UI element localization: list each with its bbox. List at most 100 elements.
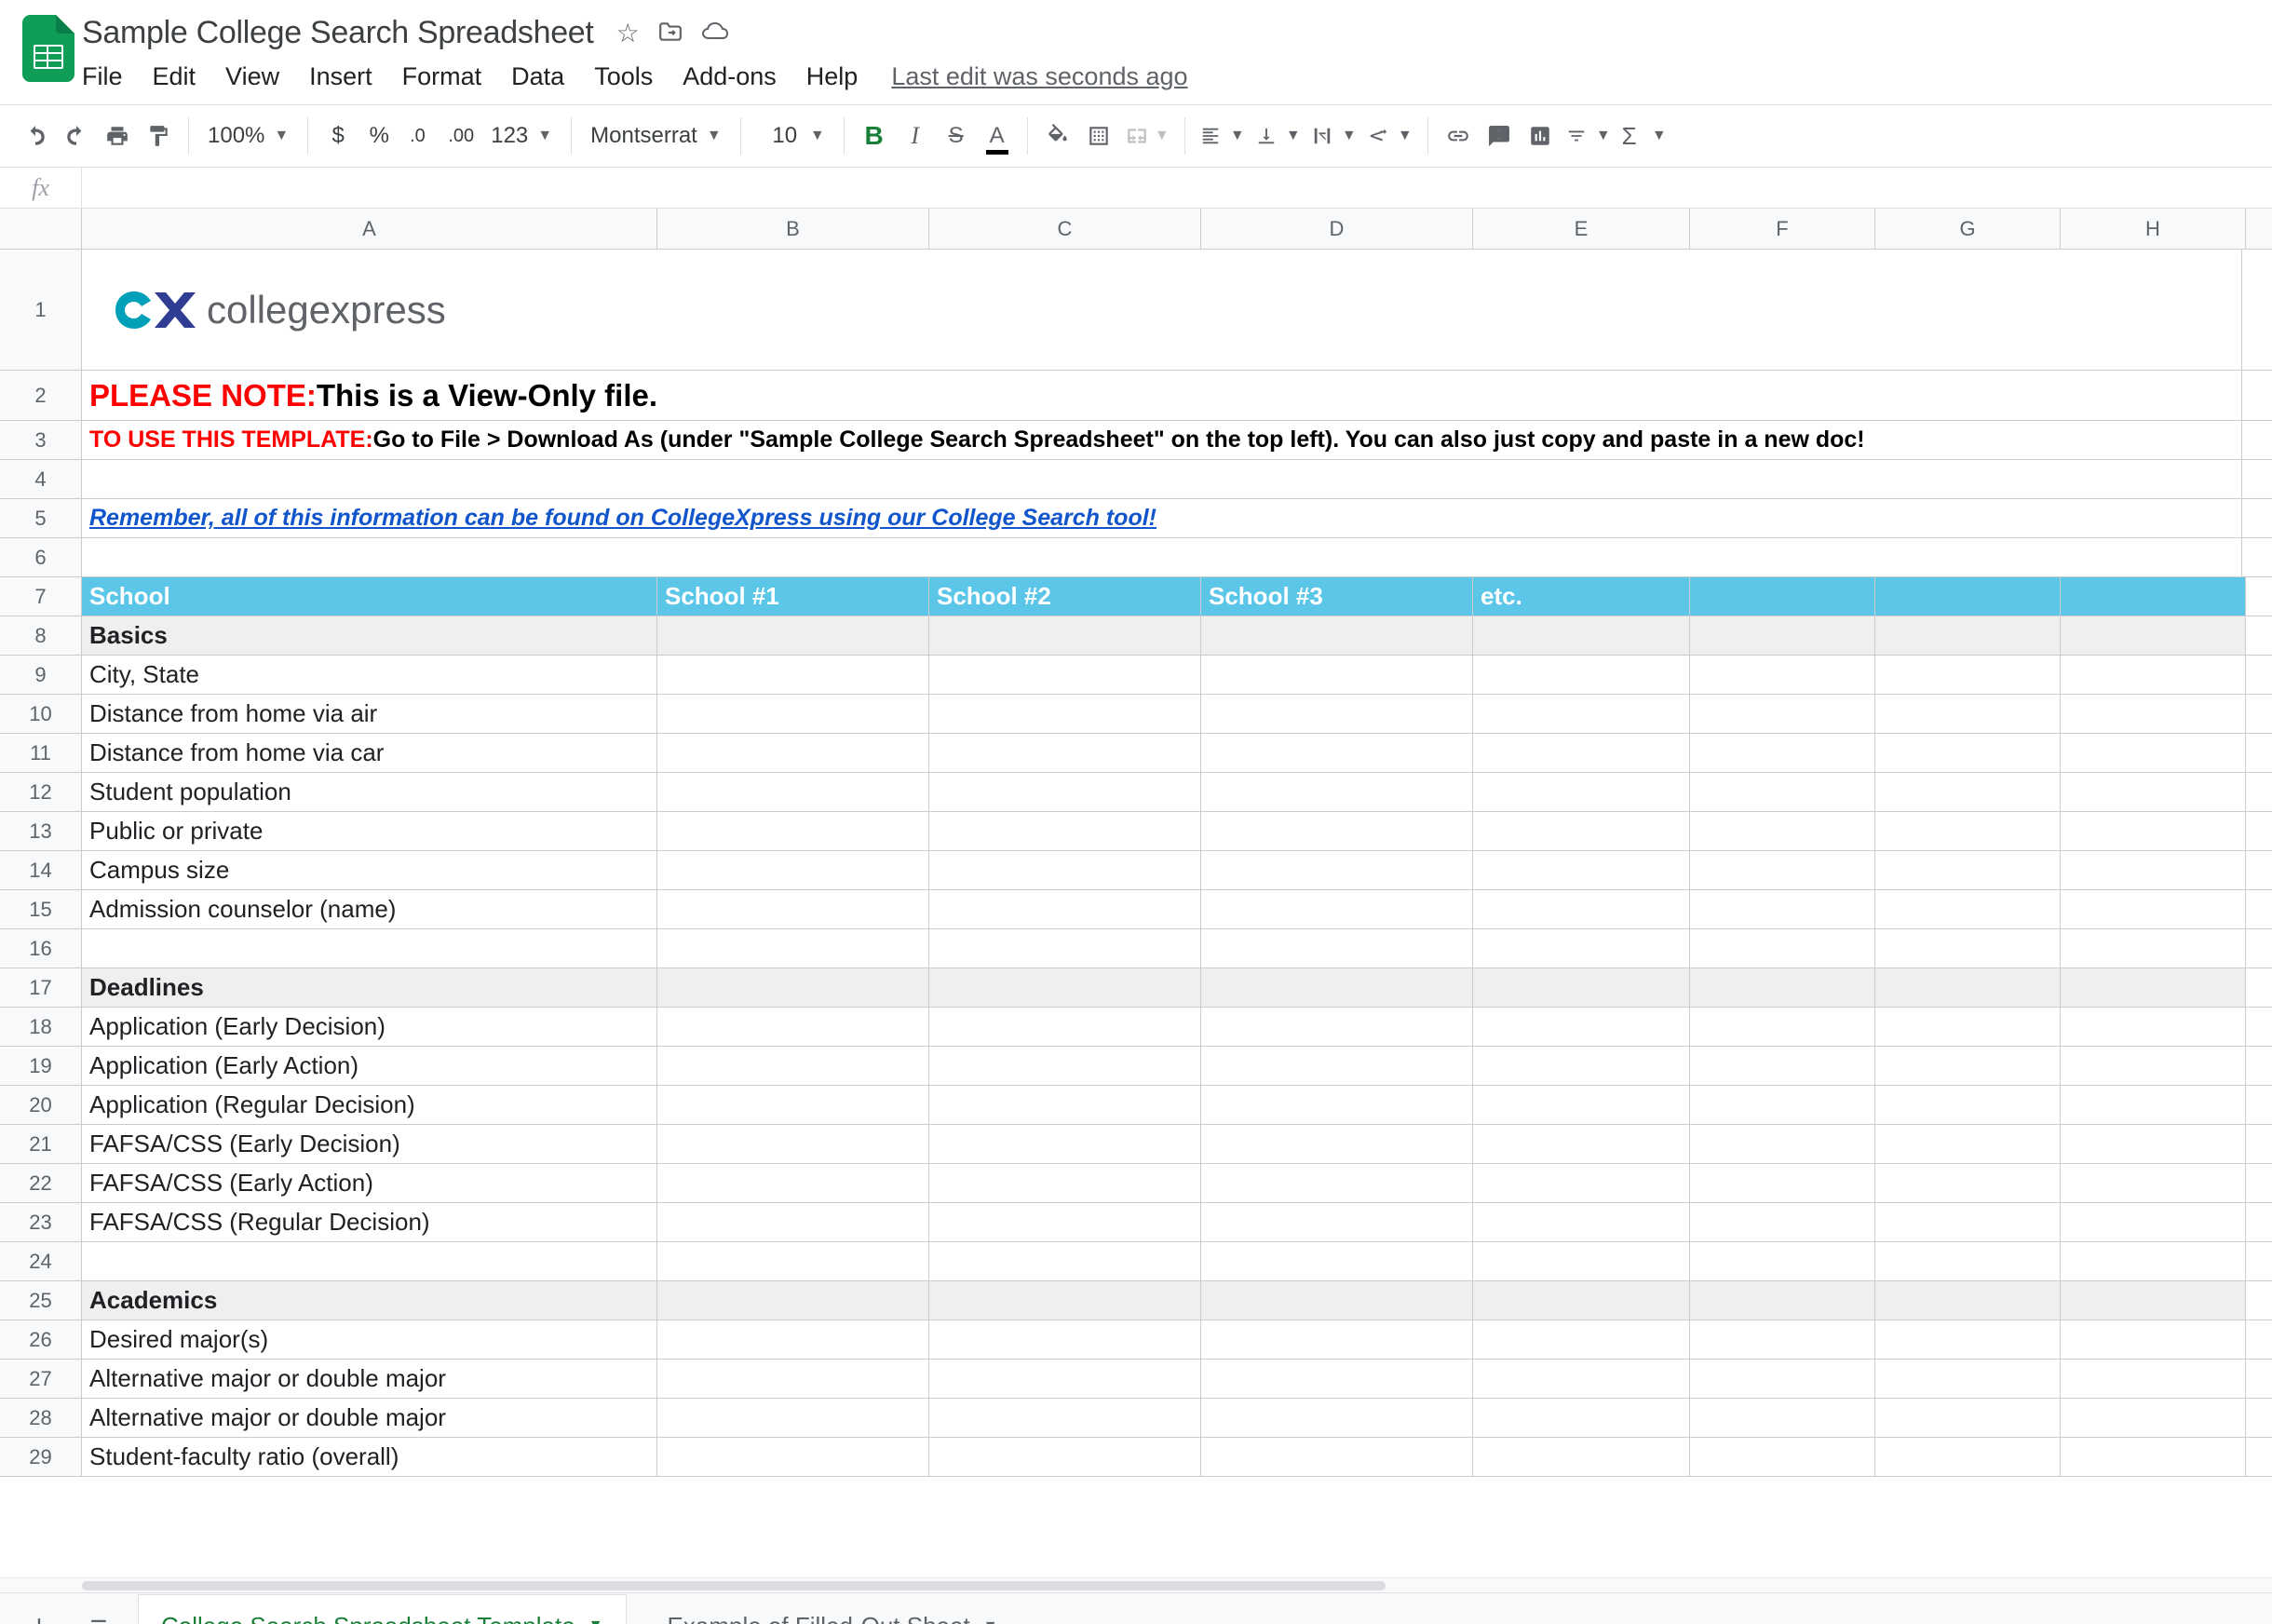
cell[interactable] <box>1875 1203 2061 1241</box>
cell[interactable] <box>1201 656 1473 694</box>
cell[interactable] <box>1690 929 1875 968</box>
cell[interactable] <box>929 1242 1201 1280</box>
cell[interactable]: Academics <box>82 1281 657 1320</box>
row-header[interactable]: 5 <box>0 499 82 538</box>
cell[interactable] <box>657 1008 929 1046</box>
cell[interactable] <box>82 929 657 968</box>
cell-logo[interactable]: collegexpress <box>82 250 2242 371</box>
zoom-dropdown[interactable]: 100%▼ <box>198 123 298 149</box>
cell[interactable] <box>2061 812 2246 850</box>
cell[interactable] <box>1875 577 2061 616</box>
cell[interactable] <box>657 1399 929 1437</box>
row-header[interactable]: 2 <box>0 371 82 421</box>
undo-button[interactable] <box>15 115 56 156</box>
increase-decimal-button[interactable]: .00 <box>440 115 481 156</box>
cell[interactable] <box>1690 1360 1875 1398</box>
cell[interactable] <box>2061 773 2246 811</box>
cell[interactable] <box>657 1047 929 1085</box>
row-header[interactable]: 24 <box>0 1242 82 1281</box>
cell[interactable] <box>1473 773 1690 811</box>
strikethrough-button[interactable]: S <box>936 115 977 156</box>
cell[interactable] <box>1473 1360 1690 1398</box>
cell[interactable]: Student-faculty ratio (overall) <box>82 1438 657 1476</box>
cell[interactable] <box>2061 1164 2246 1202</box>
cell[interactable] <box>1201 1164 1473 1202</box>
row-header[interactable]: 18 <box>0 1008 82 1047</box>
cell[interactable] <box>1201 812 1473 850</box>
cell[interactable]: FAFSA/CSS (Early Decision) <box>82 1125 657 1163</box>
cell[interactable] <box>1875 1438 2061 1476</box>
font-size-dropdown[interactable]: 10▼ <box>751 123 834 149</box>
last-edit-link[interactable]: Last edit was seconds ago <box>872 62 1187 91</box>
text-rotation-button[interactable]: ▼ <box>1362 115 1418 156</box>
cell[interactable] <box>657 734 929 772</box>
cell[interactable]: Application (Early Action) <box>82 1047 657 1085</box>
cell[interactable] <box>1875 812 2061 850</box>
cell[interactable] <box>1473 812 1690 850</box>
cell[interactable] <box>1690 1203 1875 1241</box>
cell[interactable] <box>82 460 2242 498</box>
cell[interactable] <box>1690 1086 1875 1124</box>
cell[interactable] <box>657 968 929 1007</box>
cell[interactable] <box>1201 929 1473 968</box>
col-header-f[interactable]: F <box>1690 209 1875 249</box>
menu-help[interactable]: Help <box>791 59 873 95</box>
menu-edit[interactable]: Edit <box>138 59 211 95</box>
cell[interactable]: Application (Early Decision) <box>82 1008 657 1046</box>
cloud-status-icon[interactable] <box>701 19 729 48</box>
cell[interactable] <box>657 890 929 928</box>
cell[interactable] <box>1201 851 1473 889</box>
cell[interactable] <box>1473 968 1690 1007</box>
cell[interactable]: Deadlines <box>82 968 657 1007</box>
cell[interactable]: etc. <box>1473 577 1690 616</box>
cell[interactable] <box>1690 1242 1875 1280</box>
cell[interactable] <box>657 1242 929 1280</box>
cell[interactable] <box>1690 1281 1875 1320</box>
cell[interactable] <box>1473 1203 1690 1241</box>
cell[interactable] <box>1690 1164 1875 1202</box>
row-header[interactable]: 19 <box>0 1047 82 1086</box>
cell[interactable] <box>1875 1086 2061 1124</box>
insert-comment-button[interactable] <box>1479 115 1520 156</box>
row-header[interactable]: 16 <box>0 929 82 968</box>
row-header[interactable]: 15 <box>0 890 82 929</box>
cell[interactable] <box>1875 734 2061 772</box>
row-header[interactable]: 12 <box>0 773 82 812</box>
cell[interactable] <box>1201 1320 1473 1359</box>
cell[interactable] <box>657 616 929 655</box>
sheets-app-icon[interactable] <box>15 11 82 78</box>
cell[interactable]: Application (Regular Decision) <box>82 1086 657 1124</box>
cell[interactable] <box>1875 929 2061 968</box>
row-header[interactable]: 22 <box>0 1164 82 1203</box>
cell-link[interactable]: Remember, all of this information can be… <box>82 499 2242 537</box>
add-sheet-button[interactable]: + <box>19 1609 60 1624</box>
horizontal-align-button[interactable]: ▼ <box>1195 115 1251 156</box>
cell[interactable] <box>2061 1008 2246 1046</box>
cell[interactable] <box>1690 812 1875 850</box>
cell[interactable] <box>929 1399 1201 1437</box>
cell[interactable]: FAFSA/CSS (Regular Decision) <box>82 1203 657 1241</box>
cell[interactable]: Admission counselor (name) <box>82 890 657 928</box>
cell[interactable]: Distance from home via car <box>82 734 657 772</box>
cell[interactable] <box>929 773 1201 811</box>
cell[interactable] <box>657 1281 929 1320</box>
menu-addons[interactable]: Add-ons <box>668 59 791 95</box>
filter-button[interactable]: ▼ <box>1561 115 1616 156</box>
cell[interactable] <box>1690 890 1875 928</box>
cell[interactable] <box>2061 1086 2246 1124</box>
cell[interactable]: Alternative major or double major <box>82 1360 657 1398</box>
row-header[interactable]: 27 <box>0 1360 82 1399</box>
cell[interactable] <box>1473 1008 1690 1046</box>
cell[interactable] <box>1473 695 1690 733</box>
cell[interactable] <box>2061 1242 2246 1280</box>
cell[interactable] <box>2061 656 2246 694</box>
row-header[interactable]: 13 <box>0 812 82 851</box>
cell[interactable] <box>2061 1125 2246 1163</box>
cell[interactable] <box>1473 1086 1690 1124</box>
sheet-tab-other[interactable]: Example of Filled-Out Sheet▼ <box>645 1595 1021 1624</box>
cell[interactable] <box>1875 656 2061 694</box>
cell[interactable]: Student population <box>82 773 657 811</box>
cell[interactable] <box>929 1086 1201 1124</box>
cell[interactable] <box>1690 1047 1875 1085</box>
cell[interactable] <box>2061 1047 2246 1085</box>
